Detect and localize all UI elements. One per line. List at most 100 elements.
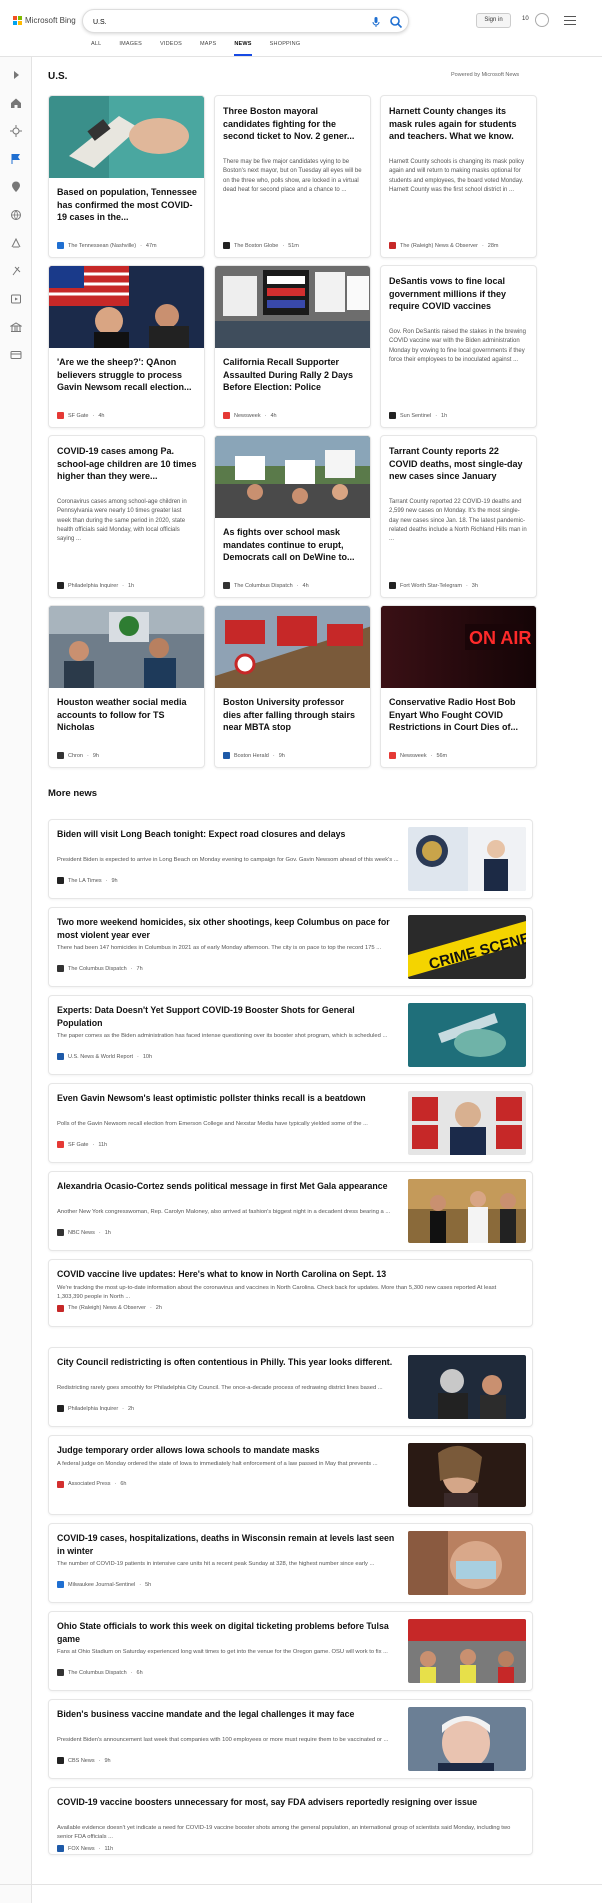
- more-news-item[interactable]: Judge temporary order allows Iowa school…: [48, 1435, 533, 1515]
- more-news-item[interactable]: Two more weekend homicides, six other sh…: [48, 907, 533, 987]
- sign-in-button[interactable]: Sign in: [476, 13, 511, 28]
- news-title[interactable]: As fights over school mask mandates cont…: [223, 526, 363, 564]
- tab-news[interactable]: NEWS: [225, 41, 260, 56]
- more-news-item[interactable]: Biden's business vaccine mandate and the…: [48, 1699, 533, 1779]
- news-snippet: Gov. Ron DeSantis raised the stakes in t…: [389, 329, 526, 363]
- news-thumbnail[interactable]: [408, 1091, 526, 1155]
- tab-shopping[interactable]: SHOPPING: [261, 41, 310, 50]
- politics-icon[interactable]: [10, 237, 22, 249]
- news-thumbnail[interactable]: [408, 1707, 526, 1771]
- news-title[interactable]: Conservative Radio Host Bob Enyart Who F…: [389, 696, 529, 734]
- news-title[interactable]: Based on population, Tennessee has confi…: [57, 186, 197, 224]
- news-card[interactable]: DeSantis vows to fine local government m…: [380, 265, 537, 428]
- news-title[interactable]: COVID vaccine live updates: Here's what …: [57, 1268, 522, 1281]
- tab-maps[interactable]: MAPS: [191, 41, 225, 50]
- search-input[interactable]: [93, 14, 343, 30]
- news-thumbnail[interactable]: [408, 1443, 526, 1507]
- search-box[interactable]: [82, 9, 409, 33]
- news-card[interactable]: 'Are we the sheep?': QAnon believers str…: [48, 265, 205, 428]
- world-icon[interactable]: [10, 209, 22, 221]
- news-card[interactable]: Harnett County changes its mask rules ag…: [380, 95, 537, 258]
- news-card[interactable]: California Recall Supporter Assaulted Du…: [214, 265, 371, 428]
- news-title[interactable]: Judge temporary order allows Iowa school…: [57, 1444, 402, 1457]
- news-title[interactable]: COVID-19 vaccine boosters unnecessary fo…: [57, 1796, 522, 1809]
- location-icon[interactable]: [10, 181, 22, 193]
- menu-icon[interactable]: [564, 16, 576, 25]
- news-title[interactable]: Boston University professor dies after f…: [223, 696, 363, 734]
- news-card[interactable]: Houston weather social media accounts to…: [48, 605, 205, 768]
- source-favicon-icon: [57, 1845, 64, 1852]
- source-favicon-icon: [389, 752, 396, 759]
- news-title[interactable]: Harnett County changes its mask rules ag…: [389, 105, 529, 143]
- tab-videos[interactable]: VIDEOS: [151, 41, 191, 50]
- search-icon[interactable]: [389, 15, 403, 29]
- news-card[interactable]: As fights over school mask mandates cont…: [214, 435, 371, 598]
- news-thumbnail[interactable]: [408, 827, 526, 891]
- news-card[interactable]: COVID-19 cases among Pa. school-age chil…: [48, 435, 205, 598]
- news-title[interactable]: Experts: Data Doesn't Yet Support COVID-…: [57, 1004, 402, 1029]
- news-thumbnail[interactable]: [408, 1355, 526, 1419]
- bing-logo[interactable]: Microsoft Bing: [13, 16, 76, 25]
- news-title[interactable]: Two more weekend homicides, six other sh…: [57, 916, 402, 941]
- microphone-icon[interactable]: [370, 16, 382, 28]
- more-icon[interactable]: [10, 349, 22, 361]
- news-title[interactable]: Houston weather social media accounts to…: [57, 696, 197, 734]
- tab-all[interactable]: ALL: [82, 41, 110, 50]
- news-card[interactable]: Based on population, Tennessee has confi…: [48, 95, 205, 258]
- news-thumbnail[interactable]: [49, 266, 205, 348]
- science-icon[interactable]: [10, 265, 22, 277]
- more-news-item[interactable]: Experts: Data Doesn't Yet Support COVID-…: [48, 995, 533, 1075]
- coronavirus-icon[interactable]: [10, 125, 22, 137]
- news-thumbnail[interactable]: CRIME SCENE: [408, 915, 526, 979]
- news-title[interactable]: DeSantis vows to fine local government m…: [389, 275, 529, 313]
- more-news-item[interactable]: Ohio State officials to work this week o…: [48, 1611, 533, 1691]
- news-card[interactable]: Three Boston mayoral candidates fighting…: [214, 95, 371, 258]
- news-thumbnail[interactable]: [49, 96, 205, 178]
- more-news-item[interactable]: COVID vaccine live updates: Here's what …: [48, 1259, 533, 1327]
- more-news-item[interactable]: Biden will visit Long Beach tonight: Exp…: [48, 819, 533, 899]
- more-news-item[interactable]: COVID-19 vaccine boosters unnecessary fo…: [48, 1787, 533, 1855]
- news-card[interactable]: ON AIR Conservative Radio Host Bob Enyart…: [380, 605, 537, 768]
- us-flag-icon[interactable]: [10, 153, 22, 165]
- news-thumbnail[interactable]: [49, 606, 205, 688]
- home-icon[interactable]: [10, 97, 22, 109]
- money-icon[interactable]: [10, 321, 22, 333]
- news-thumbnail[interactable]: ON AIR: [381, 606, 537, 688]
- news-card[interactable]: Tarrant County reports 22 COVID deaths, …: [380, 435, 537, 598]
- source-name: Philadelphia Inquirer: [68, 582, 119, 589]
- news-title[interactable]: COVID-19 cases among Pa. school-age chil…: [57, 445, 197, 483]
- news-title[interactable]: Biden will visit Long Beach tonight: Exp…: [57, 828, 402, 841]
- news-thumbnail[interactable]: [408, 1179, 526, 1243]
- news-title[interactable]: California Recall Supporter Assaulted Du…: [223, 356, 363, 394]
- news-thumbnail[interactable]: [215, 266, 371, 348]
- source-favicon-icon: [57, 1757, 64, 1764]
- source-name: Boston Herald: [234, 752, 269, 759]
- rewards-points[interactable]: 10: [522, 16, 529, 22]
- more-news-item[interactable]: COVID-19 cases, hospitalizations, deaths…: [48, 1523, 533, 1603]
- more-news-item[interactable]: Alexandria Ocasio-Cortez sends political…: [48, 1171, 533, 1251]
- rewards-medal-icon[interactable]: [535, 13, 549, 27]
- expand-icon[interactable]: [10, 69, 22, 81]
- news-title[interactable]: Three Boston mayoral candidates fighting…: [223, 105, 363, 143]
- news-title[interactable]: COVID-19 cases, hospitalizations, deaths…: [57, 1532, 402, 1557]
- news-title[interactable]: Biden's business vaccine mandate and the…: [57, 1708, 402, 1721]
- news-title[interactable]: Tarrant County reports 22 COVID deaths, …: [389, 445, 529, 483]
- news-title[interactable]: Alexandria Ocasio-Cortez sends political…: [57, 1180, 402, 1193]
- news-thumbnail[interactable]: [408, 1619, 526, 1683]
- news-title[interactable]: Ohio State officials to work this week o…: [57, 1620, 402, 1645]
- tab-images[interactable]: IMAGES: [110, 41, 151, 50]
- news-thumbnail[interactable]: [215, 606, 371, 688]
- news-thumbnail[interactable]: [408, 1003, 526, 1067]
- news-title[interactable]: Even Gavin Newsom's least optimistic pol…: [57, 1092, 402, 1105]
- news-thumbnail[interactable]: [408, 1531, 526, 1595]
- more-news-item[interactable]: City Council redistricting is often cont…: [48, 1347, 533, 1427]
- source-favicon-icon: [57, 1581, 64, 1588]
- news-card[interactable]: Boston University professor dies after f…: [214, 605, 371, 768]
- news-thumbnail[interactable]: [215, 436, 371, 518]
- source-name: The Columbus Dispatch: [68, 1669, 127, 1676]
- news-title[interactable]: City Council redistricting is often cont…: [57, 1356, 402, 1369]
- entertainment-icon[interactable]: [10, 293, 22, 305]
- more-news-item[interactable]: Even Gavin Newsom's least optimistic pol…: [48, 1083, 533, 1163]
- brand-name: Microsoft Bing: [25, 16, 76, 25]
- news-title[interactable]: 'Are we the sheep?': QAnon believers str…: [57, 356, 197, 394]
